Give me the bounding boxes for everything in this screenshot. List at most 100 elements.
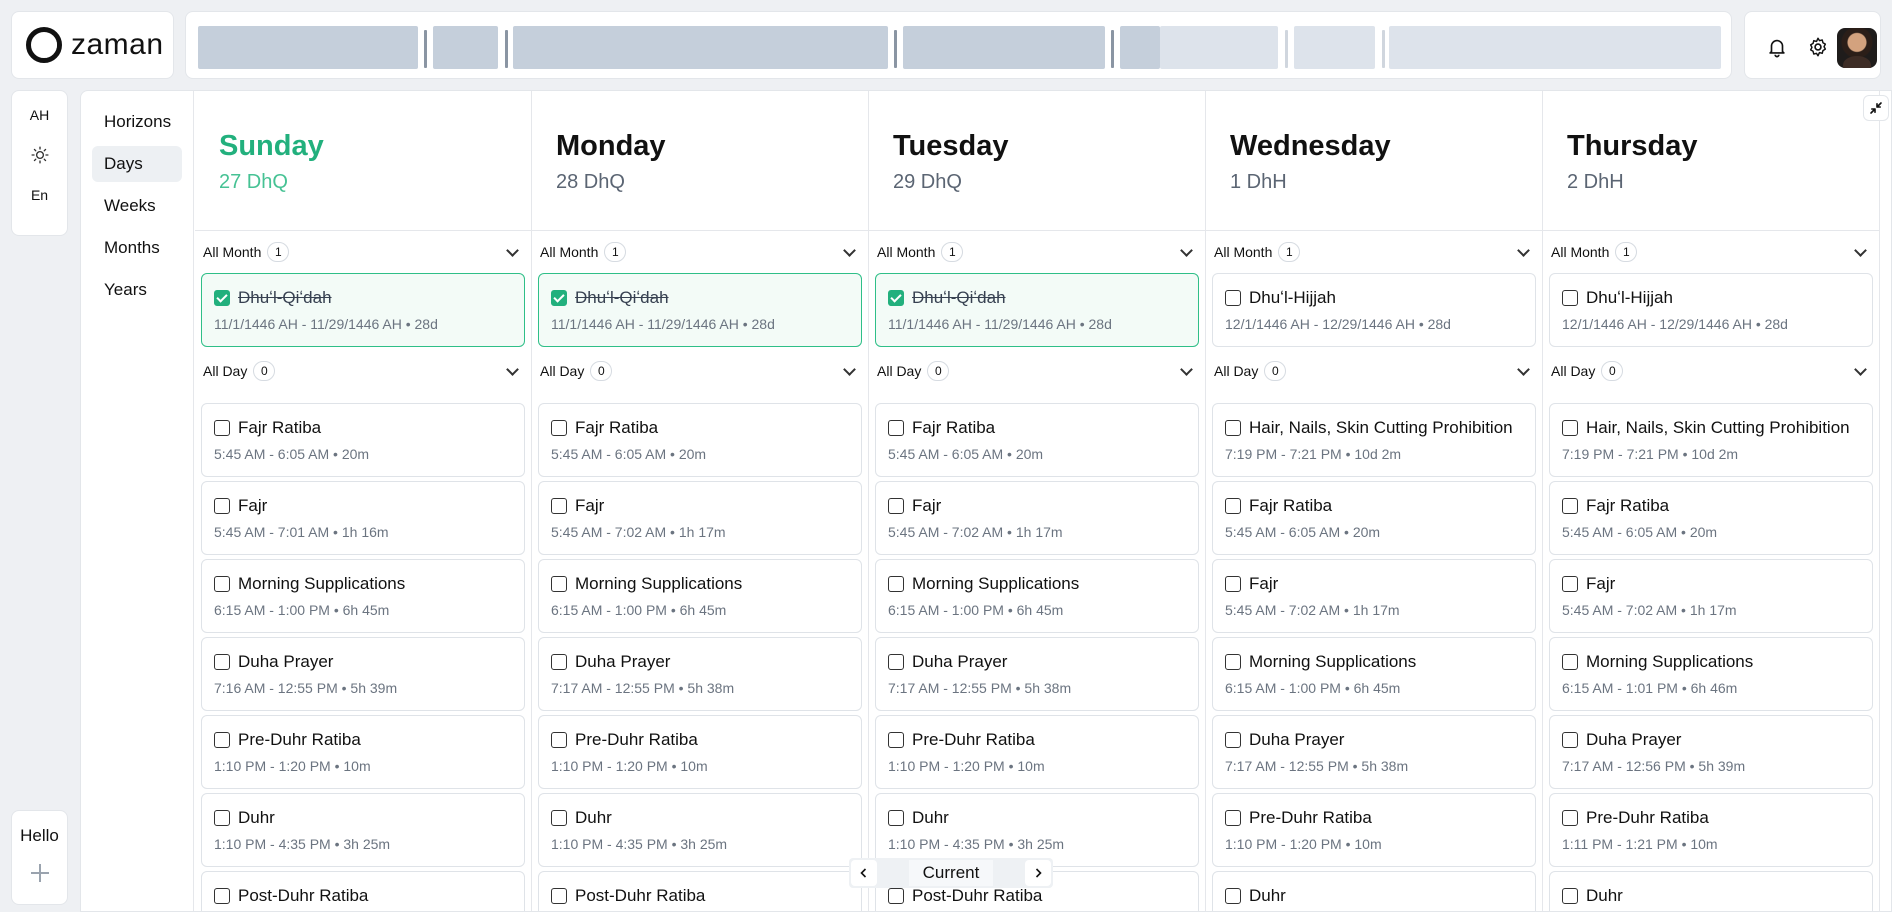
nav-item-weeks[interactable]: Weeks <box>92 188 182 224</box>
event-checkbox[interactable] <box>1562 732 1578 748</box>
event-card[interactable]: Duha Prayer 7:16 AM - 12:55 PM • 5h 39m <box>201 637 525 711</box>
event-card[interactable]: Morning Supplications 6:15 AM - 1:00 PM •… <box>538 559 862 633</box>
gear-icon[interactable] <box>1807 36 1829 58</box>
event-card[interactable]: Morning Supplications 6:15 AM - 1:01 PM •… <box>1549 637 1873 711</box>
event-checkbox[interactable] <box>888 420 904 436</box>
hello-label[interactable]: Hello <box>20 826 59 846</box>
timeline-segment[interactable] <box>1160 26 1278 69</box>
event-card[interactable]: Duhr <box>1212 871 1536 911</box>
event-checkbox[interactable] <box>1562 654 1578 670</box>
all-month-toggle[interactable]: All Month 1 <box>540 240 860 264</box>
previous-button[interactable] <box>851 860 877 886</box>
event-card[interactable]: Fajr Ratiba 5:45 AM - 6:05 AM • 20m <box>875 403 1199 477</box>
event-checkbox[interactable] <box>551 888 567 904</box>
event-checkbox[interactable] <box>1562 888 1578 904</box>
event-checkbox[interactable] <box>1562 576 1578 592</box>
event-card[interactable]: Post-Duhr Ratiba <box>201 871 525 911</box>
event-checkbox[interactable] <box>551 810 567 826</box>
event-checkbox[interactable] <box>888 732 904 748</box>
plus-icon[interactable] <box>30 864 49 882</box>
event-card[interactable]: Fajr 5:45 AM - 7:02 AM • 1h 17m <box>1549 559 1873 633</box>
event-card[interactable]: Duhr 1:10 PM - 4:35 PM • 3h 25m <box>538 793 862 867</box>
current-button[interactable]: Current <box>908 860 994 886</box>
nav-item-years[interactable]: Years <box>92 272 182 308</box>
event-checkbox[interactable] <box>888 290 904 306</box>
timeline-segment[interactable] <box>198 26 418 69</box>
sun-icon[interactable] <box>30 146 49 164</box>
all-month-toggle[interactable]: All Month 1 <box>203 240 523 264</box>
month-event-card[interactable]: Dhuʻl-Qiʻdah 11/1/1446 AH - 11/29/1446 AH… <box>875 273 1199 347</box>
event-checkbox[interactable] <box>551 290 567 306</box>
nav-item-months[interactable]: Months <box>92 230 182 266</box>
event-checkbox[interactable] <box>1225 732 1241 748</box>
all-day-toggle[interactable]: All Day 0 <box>1214 359 1534 383</box>
logo[interactable]: zaman <box>11 11 174 79</box>
event-checkbox[interactable] <box>1225 290 1241 306</box>
event-card[interactable]: Fajr 5:45 AM - 7:02 AM • 1h 17m <box>1212 559 1536 633</box>
event-checkbox[interactable] <box>1225 888 1241 904</box>
event-checkbox[interactable] <box>214 576 230 592</box>
day-header[interactable]: Sunday 27 DhQ <box>195 91 531 231</box>
event-card[interactable]: Morning Supplications 6:15 AM - 1:00 PM •… <box>875 559 1199 633</box>
calendar-system-toggle[interactable]: AH <box>12 95 67 135</box>
day-header[interactable]: Thursday 2 DhH <box>1543 91 1879 231</box>
event-checkbox[interactable] <box>888 576 904 592</box>
event-checkbox[interactable] <box>888 810 904 826</box>
timeline-segment[interactable] <box>433 26 498 69</box>
event-card[interactable]: Duha Prayer 7:17 AM - 12:56 PM • 5h 39m <box>1549 715 1873 789</box>
month-event-card[interactable]: Dhuʻl-Qiʻdah 11/1/1446 AH - 11/29/1446 AH… <box>201 273 525 347</box>
event-card[interactable]: Morning Supplications 6:15 AM - 1:00 PM •… <box>1212 637 1536 711</box>
day-header[interactable]: Monday 28 DhQ <box>532 91 868 231</box>
event-checkbox[interactable] <box>551 498 567 514</box>
avatar[interactable] <box>1837 28 1877 68</box>
event-card[interactable]: Duhr 1:10 PM - 4:35 PM • 3h 25m <box>201 793 525 867</box>
timeline-segment[interactable] <box>1389 26 1721 69</box>
event-card[interactable]: Duha Prayer 7:17 AM - 12:55 PM • 5h 38m <box>538 637 862 711</box>
event-checkbox[interactable] <box>214 498 230 514</box>
month-event-card[interactable]: Dhuʻl-Hijjah 12/1/1446 AH - 12/29/1446 AH… <box>1549 273 1873 347</box>
timeline-segment[interactable] <box>1294 26 1375 69</box>
all-month-toggle[interactable]: All Month 1 <box>877 240 1197 264</box>
month-event-card[interactable]: Dhuʻl-Qiʻdah 11/1/1446 AH - 11/29/1446 AH… <box>538 273 862 347</box>
timeline-segment[interactable] <box>513 26 888 69</box>
event-checkbox[interactable] <box>214 810 230 826</box>
event-checkbox[interactable] <box>214 420 230 436</box>
event-card[interactable]: Morning Supplications 6:15 AM - 1:00 PM •… <box>201 559 525 633</box>
language-toggle[interactable]: En <box>12 175 67 215</box>
nav-item-horizons[interactable]: Horizons <box>92 104 182 140</box>
event-card[interactable]: Duha Prayer 7:17 AM - 12:55 PM • 5h 38m <box>1212 715 1536 789</box>
event-checkbox[interactable] <box>888 654 904 670</box>
event-checkbox[interactable] <box>1225 654 1241 670</box>
event-card[interactable]: Pre-Duhr Ratiba 1:10 PM - 1:20 PM • 10m <box>201 715 525 789</box>
bell-icon[interactable] <box>1766 36 1788 58</box>
all-month-toggle[interactable]: All Month 1 <box>1214 240 1534 264</box>
event-card[interactable]: Post-Duhr Ratiba <box>538 871 862 911</box>
event-card[interactable]: Hair, Nails, Skin Cutting Prohibition 7:1… <box>1549 403 1873 477</box>
event-card[interactable]: Pre-Duhr Ratiba 1:11 PM - 1:21 PM • 10m <box>1549 793 1873 867</box>
nav-item-days[interactable]: Days <box>92 146 182 182</box>
event-checkbox[interactable] <box>214 888 230 904</box>
all-day-toggle[interactable]: All Day 0 <box>203 359 523 383</box>
event-card[interactable]: Hair, Nails, Skin Cutting Prohibition 7:1… <box>1212 403 1536 477</box>
all-month-toggle[interactable]: All Month 1 <box>1551 240 1871 264</box>
event-card[interactable]: Fajr 5:45 AM - 7:02 AM • 1h 17m <box>875 481 1199 555</box>
event-checkbox[interactable] <box>214 290 230 306</box>
next-button[interactable] <box>1025 860 1051 886</box>
event-checkbox[interactable] <box>214 732 230 748</box>
timeline-segment[interactable] <box>1120 26 1160 69</box>
event-checkbox[interactable] <box>551 576 567 592</box>
event-checkbox[interactable] <box>1225 810 1241 826</box>
event-checkbox[interactable] <box>214 654 230 670</box>
event-card[interactable]: Duha Prayer 7:17 AM - 12:55 PM • 5h 38m <box>875 637 1199 711</box>
month-event-card[interactable]: Dhuʻl-Hijjah 12/1/1446 AH - 12/29/1446 AH… <box>1212 273 1536 347</box>
all-day-toggle[interactable]: All Day 0 <box>1551 359 1871 383</box>
event-card[interactable]: Fajr Ratiba 5:45 AM - 6:05 AM • 20m <box>201 403 525 477</box>
all-day-toggle[interactable]: All Day 0 <box>540 359 860 383</box>
event-checkbox[interactable] <box>1225 498 1241 514</box>
event-card[interactable]: Pre-Duhr Ratiba 1:10 PM - 1:20 PM • 10m <box>538 715 862 789</box>
timeline-segment[interactable] <box>903 26 1105 69</box>
event-card[interactable]: Fajr 5:45 AM - 7:02 AM • 1h 17m <box>538 481 862 555</box>
event-card[interactable]: Fajr 5:45 AM - 7:01 AM • 1h 16m <box>201 481 525 555</box>
event-checkbox[interactable] <box>551 420 567 436</box>
event-checkbox[interactable] <box>1225 576 1241 592</box>
